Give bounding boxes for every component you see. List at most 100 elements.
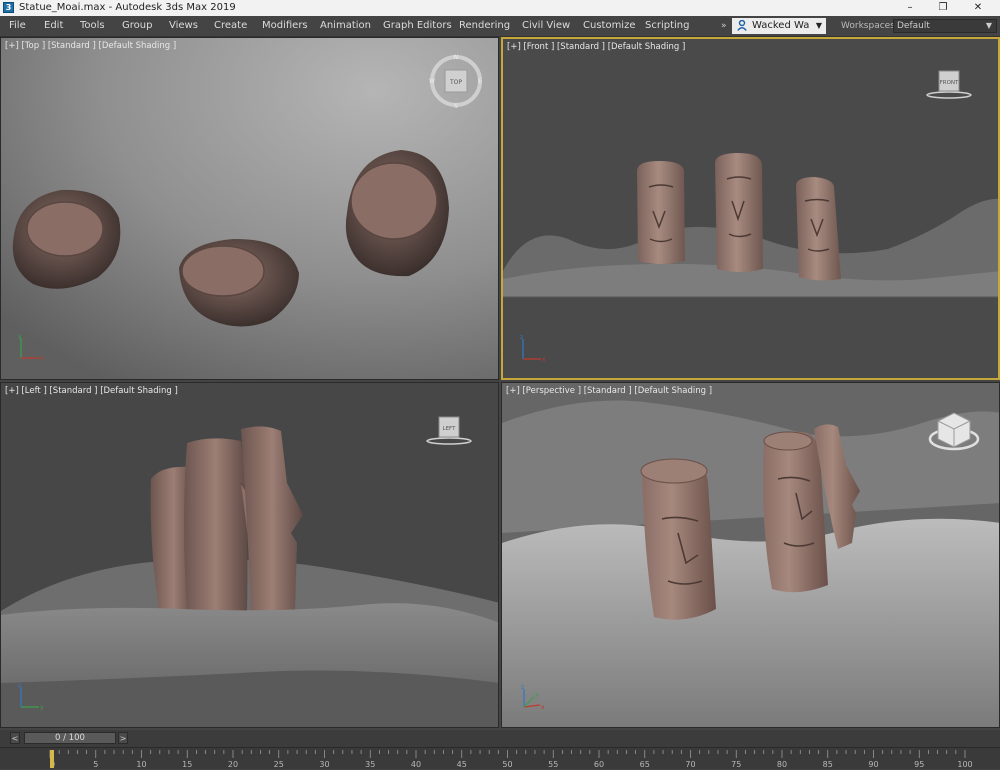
viewcube-perspective[interactable] [926,407,982,459]
menu-animation[interactable]: Animation [320,16,371,36]
svg-text:z: z [18,682,21,689]
time-slider-frame-display: 0 / 100 [55,733,85,743]
frame-tick-label: 45 [457,760,467,769]
time-slider-bar: < 0 / 100 > [0,730,1000,747]
moai-statue-perspective-2[interactable] [763,431,828,593]
svg-text:S: S [454,103,458,109]
menu-bar: File Edit Tools Group Views Create Modif… [0,16,1000,37]
viewcube-left-face-label: LEFT [443,426,457,432]
viewcube-icon: FRONT [926,70,972,99]
menu-tools[interactable]: Tools [80,16,105,36]
workspaces-value: Default [897,21,930,31]
viewport-label-top[interactable]: [+] [Top ] [Standard ] [Default Shading … [5,41,176,51]
viewcube-compass-icon: TOP N W E S [429,54,482,110]
frame-tick-label: 25 [274,760,284,769]
svg-text:N: N [454,54,459,61]
menu-customize[interactable]: Customize [583,16,636,36]
track-bar-ruler[interactable]: 0510152025303540455055606570758085909510… [48,748,1000,770]
chevron-down-icon: ▼ [815,21,822,30]
frame-tick-label: 85 [823,760,833,769]
frame-tick-label: 100 [957,760,972,769]
viewcube-left[interactable]: LEFT [425,413,473,453]
track-bar[interactable]: 0510152025303540455055606570758085909510… [0,747,1000,769]
svg-text:y: y [18,333,22,340]
frame-tick-label: 55 [548,760,558,769]
axis-tripod-left: z y [15,681,51,715]
time-playhead[interactable] [50,750,54,768]
svg-text:x: x [542,356,546,363]
frame-tick-label: 60 [594,760,604,769]
svg-text:x: x [541,704,545,711]
chevron-down-icon: ▼ [985,21,992,30]
frame-tick-label: 70 [685,760,695,769]
minimize-icon[interactable]: – [895,0,925,16]
axis-tripod-icon: z y [18,682,44,711]
viewcube-front[interactable]: FRONT [925,67,973,107]
viewcube-icon: LEFT [426,416,472,445]
menu-modifiers[interactable]: Modifiers [262,16,308,36]
workspaces-dropdown[interactable]: Default ▼ [893,19,997,33]
user-account-dropdown[interactable]: Wacked Wa ▼ [732,18,826,34]
frame-tick-label: 30 [319,760,329,769]
3ds-max-icon[interactable]: 3 [3,2,14,13]
menu-overflow-chevron[interactable]: » [721,16,727,36]
frame-tick-label: 15 [182,760,192,769]
frame-tick-label: 65 [640,760,650,769]
svg-text:y: y [535,691,539,698]
time-slider-prev-button[interactable]: < [10,732,20,744]
menu-rendering[interactable]: Rendering [459,16,510,36]
viewport-top[interactable]: [+] [Top ] [Standard ] [Default Shading … [0,37,499,380]
viewport-perspective[interactable]: [+] [Perspective ] [Standard ] [Default … [501,382,1000,728]
frame-tick-label: 90 [868,760,878,769]
frame-tick-label: 10 [136,760,146,769]
frame-tick-label: 95 [914,760,924,769]
viewcube-icon [928,412,980,451]
top-viewport-scene [1,38,498,379]
frame-tick-label: 80 [777,760,787,769]
viewcube-top[interactable]: TOP N W E S [428,53,484,113]
viewcube-front-face-label: FRONT [940,80,959,86]
menu-views[interactable]: Views [169,16,198,36]
frame-tick-label: 40 [411,760,421,769]
frame-tick-label: 20 [228,760,238,769]
maximize-icon[interactable]: ❐ [928,0,958,16]
time-slider[interactable]: 0 / 100 [24,732,116,744]
menu-graph-editors[interactable]: Graph Editors [383,16,452,36]
moai-statue-front-1[interactable] [637,161,685,264]
menu-civil-view[interactable]: Civil View [522,16,570,36]
moai-statue-front-3[interactable] [796,177,841,281]
viewport-label-front[interactable]: [+] [Front ] [Standard ] [Default Shadin… [507,42,685,52]
menu-edit[interactable]: Edit [44,16,63,36]
svg-text:W: W [429,78,435,85]
user-icon [737,20,747,31]
axis-tripod-perspective: z x y [516,683,552,717]
axis-tripod-icon: z x y [521,684,545,711]
frame-tick-label: 35 [365,760,375,769]
track-bar-ticks: 0510152025303540455055606570758085909510… [49,750,973,769]
svg-text:z: z [521,684,524,691]
viewport-label-perspective[interactable]: [+] [Perspective ] [Standard ] [Default … [506,386,712,396]
viewcube-top-face-label: TOP [449,79,462,86]
title-bar: 3 Statue_Moai.max - Autodesk 3ds Max 201… [0,0,1000,16]
axis-tripod-icon: z x [520,334,546,363]
axis-tripod-icon: y x [18,333,44,362]
frame-tick-label: 5 [93,760,98,769]
frame-tick-label: 50 [502,760,512,769]
menu-create[interactable]: Create [214,16,247,36]
svg-text:x: x [40,355,44,362]
moai-statue-perspective-1[interactable] [640,458,716,620]
viewport-front[interactable]: [+] [Front ] [Standard ] [Default Shadin… [501,37,1000,380]
viewport-left[interactable]: [+] [Left ] [Standard ] [Default Shading… [0,382,499,728]
time-slider-next-button[interactable]: > [118,732,128,744]
moai-statue-front-2[interactable] [715,153,763,272]
frame-tick-label: 75 [731,760,741,769]
viewport-label-left[interactable]: [+] [Left ] [Standard ] [Default Shading… [5,386,178,396]
menu-scripting[interactable]: Scripting [645,16,689,36]
terrain-perspective[interactable] [502,518,1000,728]
menu-group[interactable]: Group [122,16,152,36]
close-icon[interactable]: ✕ [963,0,993,16]
menu-file[interactable]: File [9,16,26,36]
svg-text:E: E [478,78,482,85]
window-title: Statue_Moai.max - Autodesk 3ds Max 2019 [19,2,236,13]
svg-text:y: y [40,704,44,711]
